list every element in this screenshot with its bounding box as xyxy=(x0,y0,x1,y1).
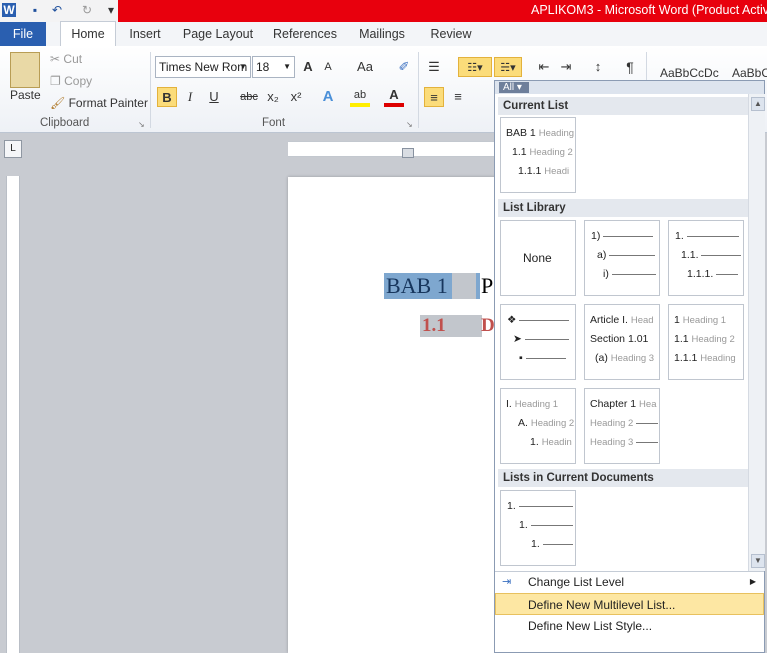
decrease-indent-icon[interactable]: ⇤ xyxy=(534,57,554,77)
style-no-spacing[interactable]: AaBbCc xyxy=(732,66,767,80)
subscript-button[interactable]: x₂ xyxy=(263,87,283,107)
font-group-label: Font xyxy=(262,117,286,129)
change-list-level-item[interactable]: ⇥ Change List Level ▶ xyxy=(495,571,764,593)
tab-mailings[interactable]: Mailings xyxy=(352,22,412,46)
window-title: APLIKOM3 - Microsoft Word (Product Activ xyxy=(531,3,767,17)
sort-icon[interactable]: ↕ xyxy=(588,57,608,77)
gallery-scrollbar[interactable]: ▲ ▼ xyxy=(748,94,765,571)
tab-marker xyxy=(451,273,476,299)
shrink-font-button[interactable]: A xyxy=(318,57,338,77)
paintbrush-icon: 🖌 xyxy=(50,96,66,110)
list-article-section-tile[interactable]: Article I. Head Section 1.01 (a) Heading… xyxy=(584,304,660,380)
list-heading-decimal-tile[interactable]: 1 Heading 1 1.1 Heading 2 1.1.1 Heading xyxy=(668,304,744,380)
format-painter-button[interactable]: 🖌 Format Painter xyxy=(50,96,148,110)
tab-file[interactable]: File xyxy=(0,22,46,46)
italic-button[interactable]: I xyxy=(180,87,200,107)
indent-marker-icon[interactable] xyxy=(402,148,414,158)
gallery-filter-bar: All ▾ xyxy=(495,81,764,94)
heading2-text[interactable]: D xyxy=(481,315,495,337)
tab-review[interactable]: Review xyxy=(424,22,478,46)
define-new-list-style-item[interactable]: Define New List Style... xyxy=(495,615,764,637)
list-library-header: List Library xyxy=(498,199,748,217)
current-list-header: Current List xyxy=(498,97,748,115)
arrow-bullet-icon: ➤ xyxy=(513,333,522,345)
current-list-tile[interactable]: BAB 1 Heading 1.1 Heading 2 1.1.1 Headi xyxy=(500,117,576,193)
underline-button[interactable]: U xyxy=(204,87,224,107)
list-numbered-paren-tile[interactable]: 1) a) i) xyxy=(584,220,660,296)
change-case-button[interactable]: Aa xyxy=(352,57,378,77)
bullets-icon[interactable]: ☰ xyxy=(424,57,444,77)
heading1-number[interactable]: BAB 1 xyxy=(384,273,480,299)
lists-in-document-header: Lists in Current Documents xyxy=(498,469,748,487)
clipboard-launcher-icon[interactable]: ↘ xyxy=(138,120,145,129)
define-new-multilevel-list-item[interactable]: Define New Multilevel List... xyxy=(495,593,764,615)
show-hide-icon[interactable]: ¶ xyxy=(620,57,640,77)
tab-page-layout[interactable]: Page Layout xyxy=(178,22,258,46)
tab-selector-icon[interactable]: L xyxy=(4,140,22,158)
multilevel-list-gallery: All ▾ Current List BAB 1 Heading 1.1 Hea… xyxy=(494,80,765,653)
bold-button[interactable]: B xyxy=(157,87,177,107)
group-separator xyxy=(150,52,151,128)
document-page[interactable]: BAB 1 P 1.1 D xyxy=(288,177,498,653)
save-icon[interactable]: ▪ xyxy=(28,3,42,17)
font-color-icon[interactable]: A xyxy=(384,87,404,107)
chevron-right-icon: ▶ xyxy=(749,577,756,586)
clear-formatting-icon[interactable]: ✐ xyxy=(394,57,414,77)
increase-indent-icon[interactable]: ⇥ xyxy=(556,57,576,77)
font-name-box[interactable]: Times New Rom ▼ xyxy=(155,56,251,78)
highlight-icon[interactable]: ab xyxy=(350,87,370,107)
tab-references[interactable]: References xyxy=(268,22,342,46)
copy-icon: ❐ xyxy=(50,74,61,88)
vertical-ruler[interactable] xyxy=(6,176,20,653)
list-bullet-tile[interactable]: ❖ ➤ ▪ xyxy=(500,304,576,380)
superscript-button[interactable]: x² xyxy=(286,87,306,107)
style-normal[interactable]: AaBbCcDc xyxy=(660,66,719,80)
cut-button[interactable]: ✂ Cut xyxy=(50,52,82,66)
horizontal-ruler[interactable] xyxy=(288,141,498,157)
heading1-text[interactable]: P xyxy=(481,273,493,299)
text-effects-icon[interactable]: A xyxy=(318,87,338,107)
paste-button[interactable]: Paste xyxy=(10,88,41,102)
list-decimal-tile[interactable]: 1. 1.1. 1.1.1. xyxy=(668,220,744,296)
diamond-bullet-icon: ❖ xyxy=(507,314,517,326)
list-level-icon: ⇥ xyxy=(502,576,512,588)
list-roman-heading-tile[interactable]: I. Heading 1 A. Heading 2 1. Headin xyxy=(500,388,576,464)
list-none-tile[interactable]: None xyxy=(500,220,576,296)
title-bar: W ▪ ↶ ↻ ▾ APLIKOM3 - Microsoft Word (Pro… xyxy=(0,0,767,22)
align-center-icon[interactable]: ≡ xyxy=(448,87,468,107)
filter-dropdown[interactable]: All ▾ xyxy=(499,82,529,93)
font-size-box[interactable]: 18 ▼ xyxy=(252,56,295,78)
tab-insert[interactable]: Insert xyxy=(122,22,168,46)
font-launcher-icon[interactable]: ↘ xyxy=(406,120,413,129)
paste-icon[interactable] xyxy=(10,52,40,88)
clipboard-group-label: Clipboard xyxy=(40,117,90,129)
grow-font-button[interactable]: A xyxy=(298,57,318,77)
heading2-number[interactable]: 1.1 xyxy=(420,315,482,337)
align-left-icon[interactable]: ≡ xyxy=(424,87,444,107)
redo-icon[interactable]: ↻ xyxy=(80,3,94,17)
scroll-up-icon[interactable]: ▲ xyxy=(751,97,765,111)
square-bullet-icon: ▪ xyxy=(519,352,523,364)
ribbon-tabs: File Home Insert Page Layout References … xyxy=(0,21,767,47)
multilevel-list-icon[interactable]: ☵▾ xyxy=(494,57,522,77)
customize-qat-icon[interactable]: ▾ xyxy=(104,3,118,17)
scroll-down-icon[interactable]: ▼ xyxy=(751,554,765,568)
document-list-tile[interactable]: 1. 1. 1. xyxy=(500,490,576,566)
group-separator xyxy=(418,52,419,128)
numbering-icon[interactable]: ☷▾ xyxy=(458,57,492,77)
undo-icon[interactable]: ↶ xyxy=(50,3,64,17)
tab-home[interactable]: Home xyxy=(60,21,116,47)
list-chapter-tile[interactable]: Chapter 1 Hea Heading 2 Heading 3 xyxy=(584,388,660,464)
scissors-icon: ✂ xyxy=(50,52,61,66)
copy-button[interactable]: ❐ Copy xyxy=(50,74,92,88)
strikethrough-button[interactable]: abc xyxy=(238,87,260,107)
chevron-down-icon: ▼ xyxy=(283,62,291,71)
word-app-icon[interactable]: W xyxy=(2,3,16,17)
chevron-down-icon: ▼ xyxy=(239,62,247,71)
